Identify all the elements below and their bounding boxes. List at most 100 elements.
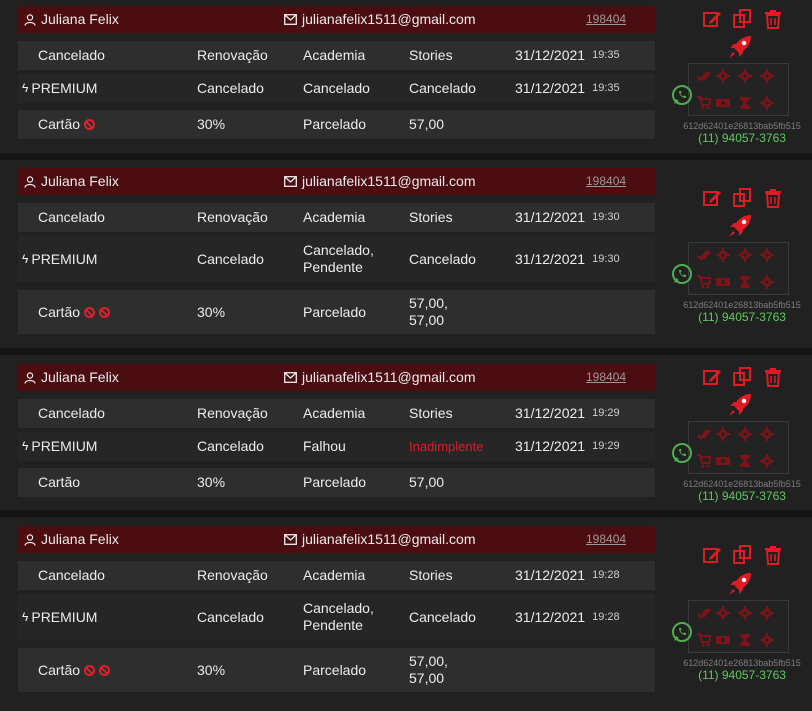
double-check-icon[interactable]	[697, 427, 711, 441]
gear-icon[interactable]	[760, 633, 774, 647]
user-name-text: Juliana Felix	[41, 173, 119, 189]
cart-icon[interactable]	[697, 275, 711, 289]
gear-icon[interactable]	[760, 427, 774, 441]
cart-icon[interactable]	[697, 633, 711, 647]
money-icon[interactable]	[716, 96, 730, 110]
copy-icon[interactable]	[732, 9, 752, 29]
edit-icon[interactable]	[702, 545, 722, 565]
date-text: 31/12/2021	[515, 80, 586, 96]
user-name[interactable]: Juliana Felix	[24, 6, 119, 33]
cart-icon[interactable]	[697, 454, 711, 468]
gear-icon[interactable]	[716, 248, 730, 262]
double-check-icon[interactable]	[697, 606, 711, 620]
cart-icon[interactable]	[697, 96, 711, 110]
trash-icon[interactable]	[763, 367, 783, 387]
rocket-icon[interactable]	[727, 213, 753, 239]
copy-icon[interactable]	[732, 545, 752, 565]
whatsapp-icon[interactable]	[671, 621, 693, 643]
edit-icon[interactable]	[702, 9, 722, 29]
user-name[interactable]: Juliana Felix	[24, 526, 119, 553]
gear-icon[interactable]	[760, 275, 774, 289]
user-name[interactable]: Juliana Felix	[24, 364, 119, 391]
gear-icon[interactable]	[760, 96, 774, 110]
bolt-icon: ϟ	[22, 81, 29, 95]
hourglass-icon[interactable]	[738, 454, 752, 468]
user-icon	[24, 175, 36, 188]
gear-icon[interactable]	[760, 454, 774, 468]
record-id-link[interactable]: 198404	[586, 168, 626, 195]
blocked-icon	[84, 119, 96, 130]
payment-method: Cartão	[38, 290, 111, 334]
status-panel	[688, 242, 789, 295]
user-icon	[24, 371, 36, 384]
phone-number[interactable]: (11) 94057-3763	[672, 668, 812, 682]
money-icon[interactable]	[716, 633, 730, 647]
phone-number[interactable]: (11) 94057-3763	[672, 489, 812, 503]
whatsapp-icon[interactable]	[671, 263, 693, 285]
record-id-link[interactable]: 198404	[586, 364, 626, 391]
info-row: Cancelado Renovação Academia Stories 31/…	[18, 41, 655, 70]
gear-icon[interactable]	[716, 427, 730, 441]
time-text: 19:29	[592, 440, 620, 452]
hourglass-icon[interactable]	[738, 633, 752, 647]
amount-line: 57,00,	[409, 653, 448, 669]
gear-icon[interactable]	[738, 427, 752, 441]
whatsapp-icon[interactable]	[671, 442, 693, 464]
card-header: Juliana Felix julianafelix1511@gmail.com…	[18, 364, 655, 391]
payment-mode: Parcelado	[303, 474, 367, 490]
gear-icon[interactable]	[738, 606, 752, 620]
hourglass-icon[interactable]	[738, 96, 752, 110]
gear-icon[interactable]	[760, 69, 774, 83]
action-icons	[702, 367, 786, 389]
money-icon[interactable]	[716, 275, 730, 289]
whatsapp-icon[interactable]	[671, 84, 693, 106]
plan-text: PREMIUM	[31, 80, 98, 96]
user-email[interactable]: julianafelix1511@gmail.com	[284, 6, 475, 33]
money-icon[interactable]	[716, 454, 730, 468]
gear-icon[interactable]	[760, 606, 774, 620]
double-check-icon[interactable]	[697, 248, 711, 262]
edit-icon[interactable]	[702, 188, 722, 208]
trash-icon[interactable]	[763, 545, 783, 565]
updated-date: 31/12/2021 19:29	[515, 432, 620, 461]
plan-text: PREMIUM	[31, 250, 98, 267]
copy-icon[interactable]	[732, 367, 752, 387]
gear-icon[interactable]	[738, 69, 752, 83]
blocked-icon	[99, 664, 111, 676]
amount-line: 57,00,	[409, 295, 448, 311]
subscription-status: Cancelado	[38, 209, 105, 225]
copy-icon[interactable]	[732, 188, 752, 208]
record-id-link[interactable]: 198404	[586, 6, 626, 33]
bolt-icon: ϟ	[22, 251, 29, 266]
user-email[interactable]: julianafelix1511@gmail.com	[284, 526, 475, 553]
status-panel	[688, 421, 789, 474]
edit-icon[interactable]	[702, 367, 722, 387]
blocked-icon	[99, 306, 111, 318]
trash-icon[interactable]	[763, 188, 783, 208]
rocket-icon[interactable]	[727, 392, 753, 418]
record-id-link[interactable]: 198404	[586, 526, 626, 553]
rocket-icon[interactable]	[727, 571, 753, 597]
phone-number[interactable]: (11) 94057-3763	[672, 131, 812, 145]
trash-icon[interactable]	[763, 9, 783, 29]
gear-icon[interactable]	[760, 248, 774, 262]
discount: 30%	[197, 116, 226, 132]
plan-status: Cancelado	[197, 250, 264, 267]
updated-date: 31/12/2021 19:35	[515, 74, 620, 103]
info-row: Cancelado Renovação Academia Stories 31/…	[18, 561, 655, 590]
phone-number[interactable]: (11) 94057-3763	[672, 310, 812, 324]
hourglass-icon[interactable]	[738, 275, 752, 289]
info-row: Cancelado Renovação Academia Stories 31/…	[18, 399, 655, 428]
user-email[interactable]: julianafelix1511@gmail.com	[284, 364, 475, 391]
date-text: 31/12/2021	[515, 209, 586, 225]
rocket-icon[interactable]	[727, 34, 753, 60]
gear-icon[interactable]	[738, 248, 752, 262]
gear-icon[interactable]	[716, 69, 730, 83]
gear-icon[interactable]	[716, 606, 730, 620]
plan-name: ϟ PREMIUM	[22, 432, 97, 461]
user-email[interactable]: julianafelix1511@gmail.com	[284, 168, 475, 195]
user-name[interactable]: Juliana Felix	[24, 168, 119, 195]
double-check-icon[interactable]	[697, 69, 711, 83]
updated-date: 31/12/2021 19:28	[515, 594, 620, 640]
payment-mode: Parcelado	[303, 661, 367, 678]
